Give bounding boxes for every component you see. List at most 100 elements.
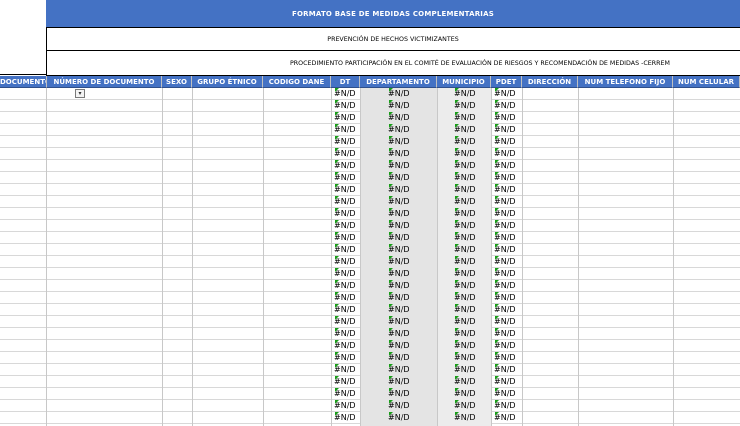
error-cell[interactable]: #N/D <box>454 196 491 208</box>
error-cell[interactable]: #N/D <box>494 100 522 112</box>
error-cell[interactable]: #N/D <box>494 124 522 136</box>
error-cell[interactable]: #N/D <box>334 136 360 148</box>
error-cell[interactable]: #N/D <box>334 304 360 316</box>
error-cell[interactable]: #N/D <box>454 136 491 148</box>
error-cell[interactable]: #N/D <box>388 160 437 172</box>
error-cell[interactable]: #N/D <box>388 364 437 376</box>
header-documento[interactable]: DOCUMENTO <box>0 76 47 88</box>
error-cell[interactable]: #N/D <box>454 208 491 220</box>
error-cell[interactable]: #N/D <box>334 220 360 232</box>
error-cell[interactable]: #N/D <box>388 388 437 400</box>
error-cell[interactable]: #N/D <box>494 388 522 400</box>
error-cell[interactable]: #N/D <box>494 316 522 328</box>
error-cell[interactable]: #N/D <box>454 400 491 412</box>
error-cell[interactable]: #N/D <box>494 220 522 232</box>
error-cell[interactable]: #N/D <box>454 316 491 328</box>
error-cell[interactable]: #N/D <box>388 184 437 196</box>
error-cell[interactable]: #N/D <box>334 328 360 340</box>
error-cell[interactable]: #N/D <box>388 100 437 112</box>
error-cell[interactable]: #N/D <box>334 172 360 184</box>
filter-dropdown-icon[interactable]: ▾ <box>75 89 85 98</box>
error-cell[interactable]: #N/D <box>388 316 437 328</box>
error-cell[interactable]: #N/D <box>388 412 437 424</box>
error-cell[interactable]: #N/D <box>494 292 522 304</box>
error-cell[interactable]: #N/D <box>334 232 360 244</box>
error-cell[interactable]: #N/D <box>388 328 437 340</box>
header-num-telefono-fijo[interactable]: NUM TELEFONO FIJO <box>578 76 673 88</box>
error-cell[interactable]: #N/D <box>454 112 491 124</box>
error-cell[interactable]: #N/D <box>388 220 437 232</box>
header-numero-documento[interactable]: NÚMERO DE DOCUMENTO <box>47 76 162 88</box>
error-cell[interactable]: #N/D <box>334 100 360 112</box>
error-cell[interactable]: #N/D <box>454 280 491 292</box>
error-cell[interactable]: #N/D <box>388 88 437 100</box>
error-cell[interactable]: #N/D <box>494 184 522 196</box>
error-cell[interactable]: #N/D <box>454 328 491 340</box>
error-cell[interactable]: #N/D <box>334 340 360 352</box>
error-cell[interactable]: #N/D <box>388 400 437 412</box>
error-cell[interactable]: #N/D <box>494 268 522 280</box>
error-cell[interactable]: #N/D <box>388 268 437 280</box>
error-cell[interactable]: #N/D <box>454 268 491 280</box>
error-cell[interactable]: #N/D <box>454 232 491 244</box>
error-cell[interactable]: #N/D <box>494 244 522 256</box>
error-cell[interactable]: #N/D <box>454 244 491 256</box>
error-cell[interactable]: #N/D <box>334 280 360 292</box>
error-cell[interactable]: #N/D <box>454 340 491 352</box>
header-num-celular[interactable]: NUM CELULAR <box>673 76 740 88</box>
error-cell[interactable]: #N/D <box>494 208 522 220</box>
error-cell[interactable]: #N/D <box>494 340 522 352</box>
error-cell[interactable]: #N/D <box>334 376 360 388</box>
error-cell[interactable]: #N/D <box>454 364 491 376</box>
error-cell[interactable]: #N/D <box>454 160 491 172</box>
error-cell[interactable]: #N/D <box>388 148 437 160</box>
error-cell[interactable]: #N/D <box>454 172 491 184</box>
error-cell[interactable]: #N/D <box>454 88 491 100</box>
error-cell[interactable]: #N/D <box>454 148 491 160</box>
error-cell[interactable]: #N/D <box>334 316 360 328</box>
header-grupo-etnico[interactable]: GRUPO ÉTNICO <box>192 76 263 88</box>
error-cell[interactable]: #N/D <box>334 112 360 124</box>
error-cell[interactable]: #N/D <box>388 112 437 124</box>
error-cell[interactable]: #N/D <box>334 208 360 220</box>
error-cell[interactable]: #N/D <box>494 328 522 340</box>
error-cell[interactable]: #N/D <box>494 160 522 172</box>
error-cell[interactable]: #N/D <box>494 112 522 124</box>
error-cell[interactable]: #N/D <box>494 196 522 208</box>
error-cell[interactable]: #N/D <box>334 256 360 268</box>
header-dt[interactable]: DT <box>331 76 360 88</box>
error-cell[interactable]: #N/D <box>334 148 360 160</box>
error-cell[interactable]: #N/D <box>494 148 522 160</box>
error-cell[interactable]: #N/D <box>334 412 360 424</box>
error-cell[interactable]: #N/D <box>388 280 437 292</box>
error-cell[interactable]: #N/D <box>494 376 522 388</box>
error-cell[interactable]: #N/D <box>454 352 491 364</box>
error-cell[interactable]: #N/D <box>454 412 491 424</box>
error-cell[interactable]: #N/D <box>454 100 491 112</box>
error-cell[interactable]: #N/D <box>388 208 437 220</box>
error-cell[interactable]: #N/D <box>334 244 360 256</box>
error-cell[interactable]: #N/D <box>388 172 437 184</box>
error-cell[interactable]: #N/D <box>334 400 360 412</box>
header-municipio[interactable]: MUNICIPIO <box>437 76 491 88</box>
error-cell[interactable]: #N/D <box>388 352 437 364</box>
error-cell[interactable]: #N/D <box>334 268 360 280</box>
error-cell[interactable]: #N/D <box>334 388 360 400</box>
error-cell[interactable]: #N/D <box>334 292 360 304</box>
error-cell[interactable]: #N/D <box>494 280 522 292</box>
error-cell[interactable]: #N/D <box>454 184 491 196</box>
error-cell[interactable]: #N/D <box>454 256 491 268</box>
error-cell[interactable]: #N/D <box>454 292 491 304</box>
error-cell[interactable]: #N/D <box>388 292 437 304</box>
error-cell[interactable]: #N/D <box>388 304 437 316</box>
error-cell[interactable]: #N/D <box>388 124 437 136</box>
error-cell[interactable]: #N/D <box>494 352 522 364</box>
error-cell[interactable]: #N/D <box>494 88 522 100</box>
error-cell[interactable]: #N/D <box>494 136 522 148</box>
error-cell[interactable]: #N/D <box>454 304 491 316</box>
error-cell[interactable]: #N/D <box>494 400 522 412</box>
error-cell[interactable]: #N/D <box>454 124 491 136</box>
error-cell[interactable]: #N/D <box>454 388 491 400</box>
header-direccion[interactable]: DIRECCIÓN <box>522 76 578 88</box>
error-cell[interactable]: #N/D <box>388 244 437 256</box>
